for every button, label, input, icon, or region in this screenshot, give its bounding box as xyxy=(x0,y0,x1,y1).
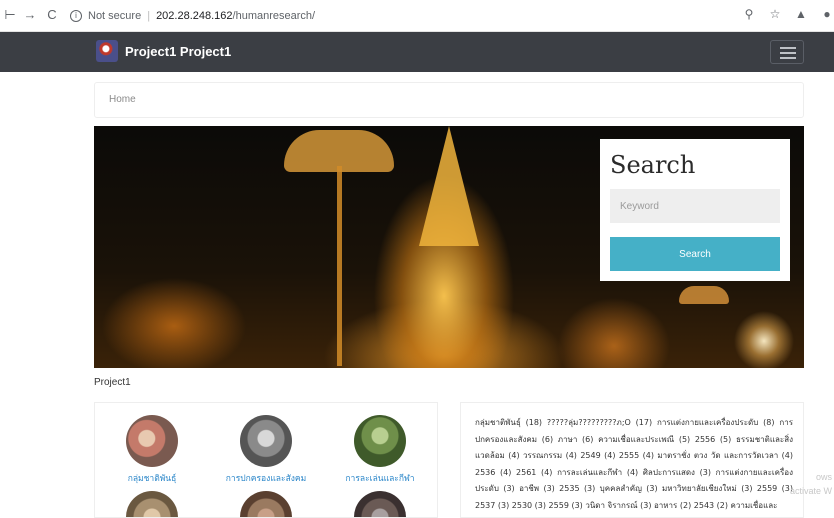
category-thumbnail[interactable] xyxy=(354,415,406,467)
category-thumbnail[interactable] xyxy=(354,491,406,517)
category-thumbnail[interactable] xyxy=(126,415,178,467)
category-item[interactable]: การปกครองและสังคม xyxy=(211,415,321,485)
brand-logo-icon xyxy=(96,40,118,62)
tag-cloud-card: กลุ่มชาติพันธุ์ (18) ?????ลุ่ม?????????ภ… xyxy=(460,402,804,518)
category-card: กลุ่มชาติพันธุ์ การปกครองและสังคม การละเ… xyxy=(94,402,438,518)
browser-toolbar: ⊢ → C i Not secure | 202.28.248.162 /hum… xyxy=(0,0,834,32)
hero-pagoda xyxy=(419,126,479,246)
category-item[interactable] xyxy=(211,491,321,517)
category-label[interactable]: กลุ่มชาติพันธุ์ xyxy=(97,471,207,485)
watermark-line: ows xyxy=(815,472,832,482)
category-thumbnail[interactable] xyxy=(240,491,292,517)
category-item[interactable] xyxy=(97,491,207,517)
search-title: Search xyxy=(610,151,696,179)
extension-icon[interactable]: ▲ xyxy=(794,7,808,21)
search-button[interactable]: Search xyxy=(610,237,780,271)
forward-icon[interactable]: → xyxy=(22,7,38,23)
breadcrumb-home[interactable]: Home xyxy=(109,94,136,105)
brand-link[interactable]: Project1 Project1 xyxy=(96,40,231,62)
menu-toggle-button[interactable] xyxy=(770,40,804,64)
browser-actions: ⚲ ☆ ▲ ● xyxy=(742,7,834,21)
section-heading: Project1 xyxy=(94,377,131,388)
category-thumbnail[interactable] xyxy=(126,491,178,517)
activation-watermark: ows activate W xyxy=(790,470,832,498)
url-host: 202.28.248.162 xyxy=(156,10,233,22)
hamburger-bar xyxy=(780,47,796,49)
category-label[interactable]: การละเล่นและกีฬา xyxy=(325,471,435,485)
zoom-icon[interactable]: ⚲ xyxy=(742,7,756,21)
url-path: /humanresearch/ xyxy=(232,10,316,22)
hero-umbrella-right xyxy=(679,286,729,304)
address-bar[interactable]: i Not secure | 202.28.248.162 /humanrese… xyxy=(70,6,810,26)
tag-cloud[interactable]: กลุ่มชาติพันธุ์ (18) ?????ลุ่ม?????????ภ… xyxy=(475,415,793,514)
profile-icon[interactable]: ● xyxy=(820,7,834,21)
bookmark-star-icon[interactable]: ☆ xyxy=(768,7,782,21)
site-navbar: Project1 Project1 xyxy=(0,32,834,72)
info-icon[interactable]: i xyxy=(70,10,82,22)
hamburger-bar xyxy=(780,52,796,54)
hamburger-bar xyxy=(780,57,796,59)
keyword-search-input[interactable] xyxy=(610,189,780,223)
watermark-line: activate W xyxy=(789,486,832,496)
breadcrumb: Home xyxy=(94,82,804,118)
category-item[interactable]: การละเล่นและกีฬา xyxy=(325,415,435,485)
category-label[interactable]: การปกครองและสังคม xyxy=(211,471,321,485)
tab-overflow-icon[interactable]: ⊢ xyxy=(2,7,18,23)
category-item[interactable]: กลุ่มชาติพันธุ์ xyxy=(97,415,207,485)
hero-pole xyxy=(337,166,342,366)
address-separator: | xyxy=(147,10,151,22)
reload-icon[interactable]: C xyxy=(44,7,60,23)
brand-title: Project1 Project1 xyxy=(125,43,232,59)
category-thumbnail[interactable] xyxy=(240,415,292,467)
security-label: Not secure xyxy=(88,10,142,22)
category-item[interactable] xyxy=(325,491,435,517)
search-panel: Search Search xyxy=(600,139,790,281)
